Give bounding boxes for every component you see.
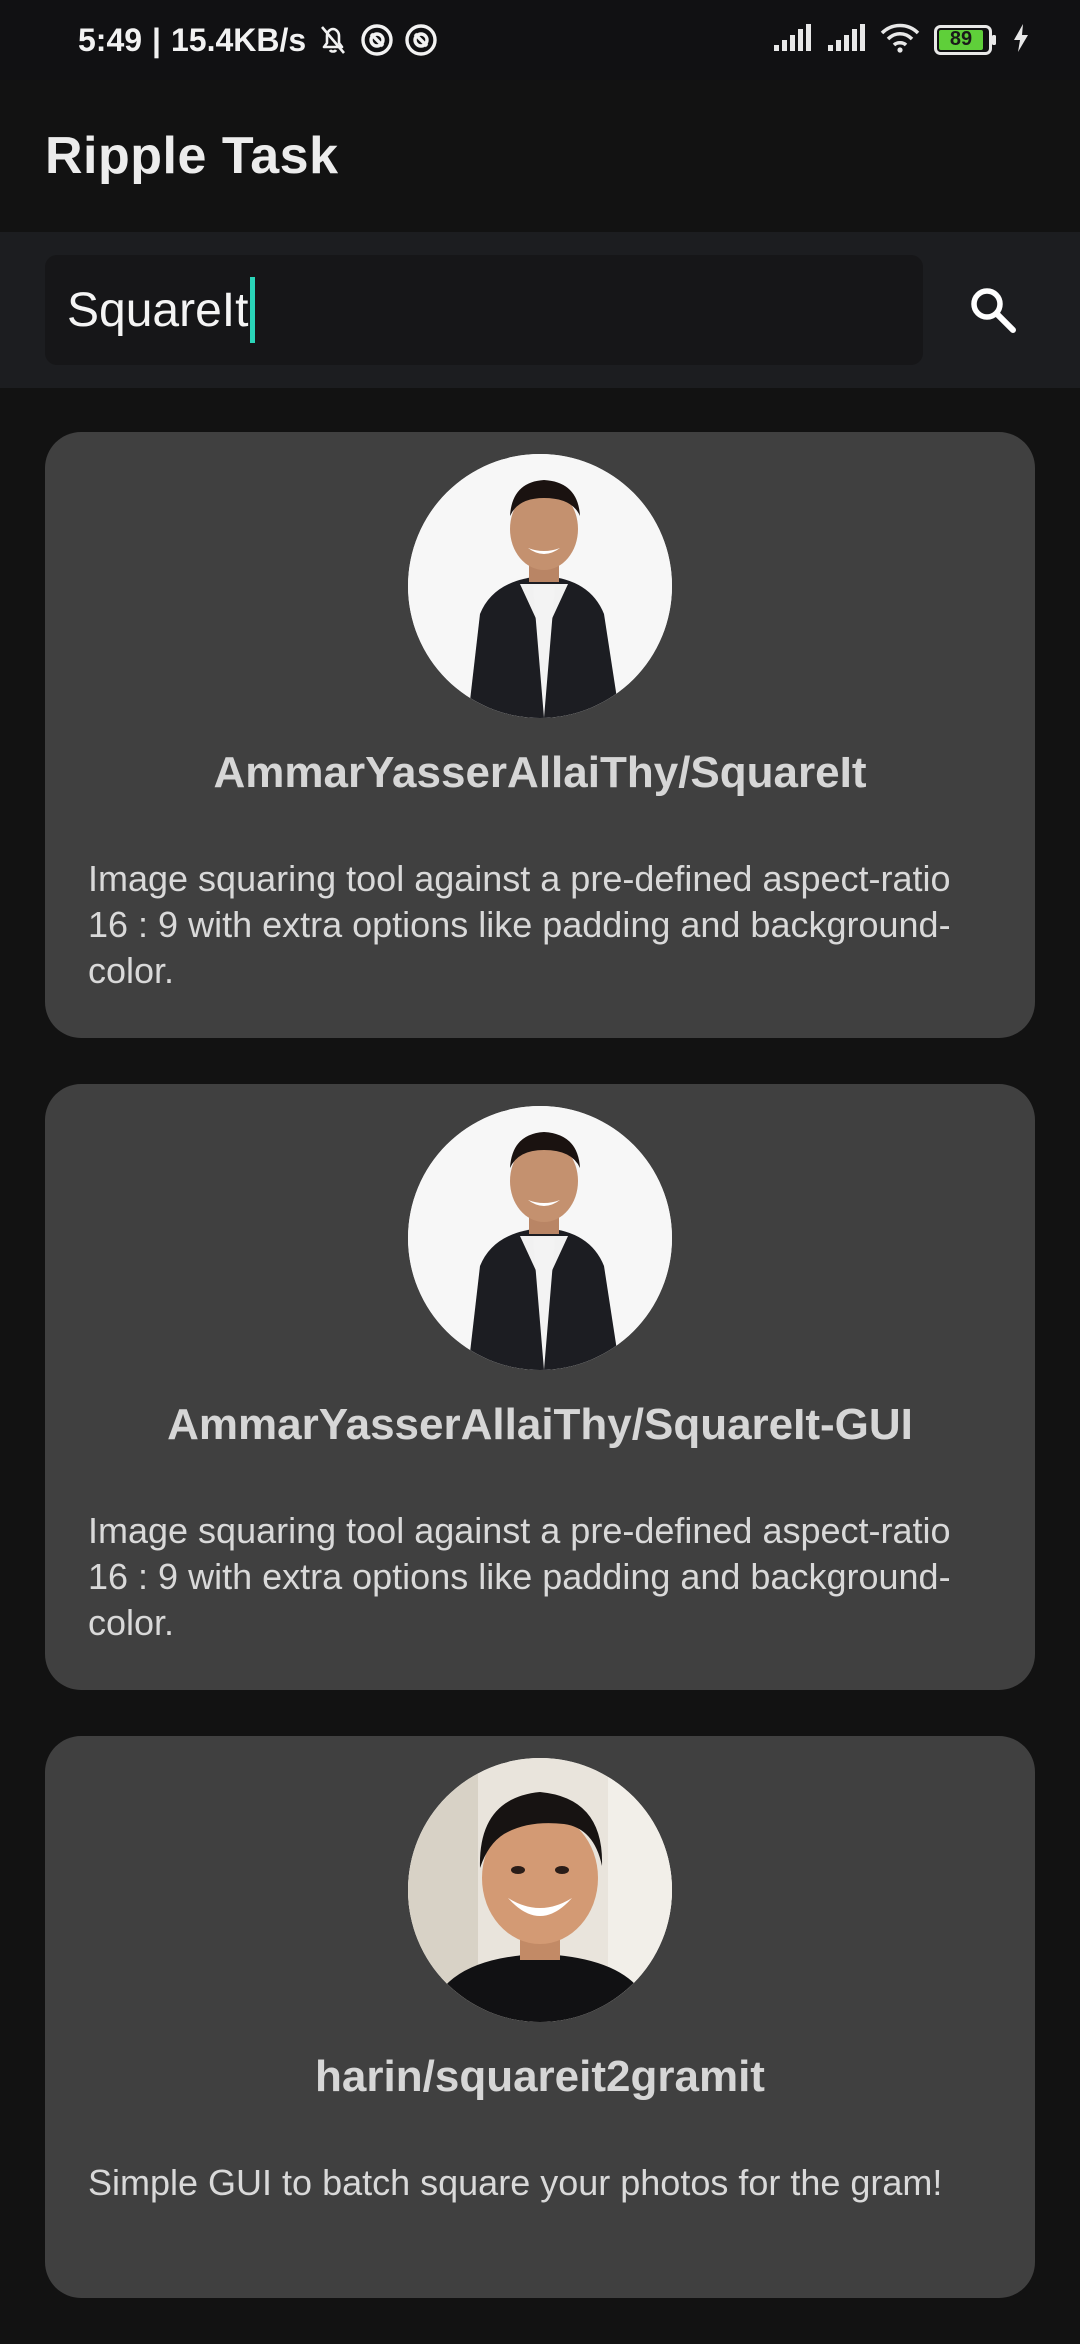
- app-title: Ripple Task: [45, 127, 339, 185]
- app-bar: Ripple Task: [0, 80, 1080, 232]
- battery-level: 89: [949, 28, 973, 50]
- signal-icon: [772, 23, 812, 58]
- search-input-value: SquareIt: [67, 283, 249, 337]
- network-speed: 15.4KB/s: [171, 21, 307, 58]
- avatar: [408, 1106, 672, 1370]
- repo-title: harin/squareit2gramit: [315, 2052, 765, 2101]
- status-left: 5:49 | 15.4KB/s: [78, 22, 438, 59]
- text-caret: [250, 277, 256, 343]
- status-separator: |: [152, 21, 161, 58]
- search-icon: [971, 288, 1016, 333]
- repo-card[interactable]: AmmarYasserAllaiThy/SquareIt-GUI Image s…: [45, 1084, 1035, 1690]
- battery-icon: 89: [934, 25, 998, 55]
- results-list: AmmarYasserAllaiThy/SquareIt Image squar…: [45, 432, 1035, 2344]
- at-sign-icon: [360, 23, 394, 57]
- charging-icon: [1012, 23, 1030, 58]
- repo-title: AmmarYasserAllaiThy/SquareIt: [213, 748, 867, 797]
- search-bar: SquareIt: [0, 232, 1080, 388]
- status-time: 5:49: [78, 21, 143, 58]
- repo-description: Image squaring tool against a pre-define…: [88, 1510, 951, 1643]
- repo-card[interactable]: harin/squareit2gramit Simple GUI to batc…: [45, 1736, 1035, 2298]
- search-input[interactable]: SquareIt: [45, 255, 923, 365]
- avatar: [408, 454, 672, 718]
- status-right: 89: [772, 23, 1030, 58]
- repo-description: Simple GUI to batch square your photos f…: [88, 2162, 943, 2203]
- bell-off-icon: [316, 23, 350, 57]
- wifi-icon: [880, 23, 920, 58]
- signal-icon: [826, 23, 866, 58]
- repo-card[interactable]: AmmarYasserAllaiThy/SquareIt Image squar…: [45, 432, 1035, 1038]
- repo-description: Image squaring tool against a pre-define…: [88, 858, 951, 991]
- status-bar: 5:49 | 15.4KB/s 89: [0, 0, 1080, 80]
- search-button[interactable]: [955, 272, 1031, 348]
- repo-title: AmmarYasserAllaiThy/SquareIt-GUI: [167, 1400, 913, 1449]
- avatar: [408, 1758, 672, 2022]
- at-sign-icon: [404, 23, 438, 57]
